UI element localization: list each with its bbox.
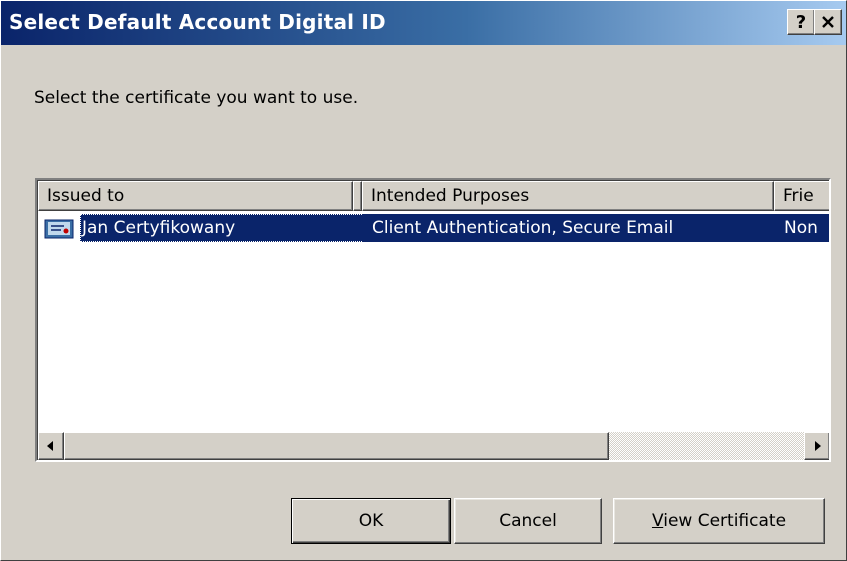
title-bar[interactable]: Select Default Account Digital ID ? [1,1,846,45]
help-button[interactable]: ? [787,9,815,35]
view-certificate-button[interactable]: View Certificate [613,498,825,544]
arrow-right-icon [815,441,821,451]
cell-issued-to: Jan Certyfikowany [80,214,364,242]
cancel-button[interactable]: Cancel [454,498,602,544]
column-header-issued-to[interactable]: Issued to [38,181,353,211]
instruction-text: Select the certificate you want to use. [34,88,359,108]
arrow-left-icon [47,441,53,451]
mnemonic-letter: V [651,511,664,531]
column-header-friendly-name[interactable]: Frie [774,181,829,211]
certificate-icon [44,219,74,239]
list-item[interactable]: Jan Certyfikowany Client Authentication,… [38,214,829,244]
horizontal-scrollbar[interactable] [38,432,829,460]
column-splitter[interactable] [353,181,362,211]
cell-friendly-name: Non [774,214,829,242]
column-header-intended-purposes[interactable]: Intended Purposes [362,181,774,211]
window-title: Select Default Account Digital ID [9,10,386,34]
view-certificate-label: iew Certificate [663,511,787,531]
close-icon [822,16,834,28]
certificate-list[interactable]: Issued to Intended Purposes Frie Jan Cer… [35,178,831,462]
close-button[interactable] [814,9,842,35]
scrollbar-thumb[interactable] [64,432,609,460]
dialog-window: Select Default Account Digital ID ? Sele… [0,0,847,561]
ok-button[interactable]: OK [291,498,451,544]
scroll-right-button[interactable] [804,432,829,460]
cell-intended-purposes: Client Authentication, Secure Email [362,214,774,242]
scroll-left-button[interactable] [38,432,64,460]
